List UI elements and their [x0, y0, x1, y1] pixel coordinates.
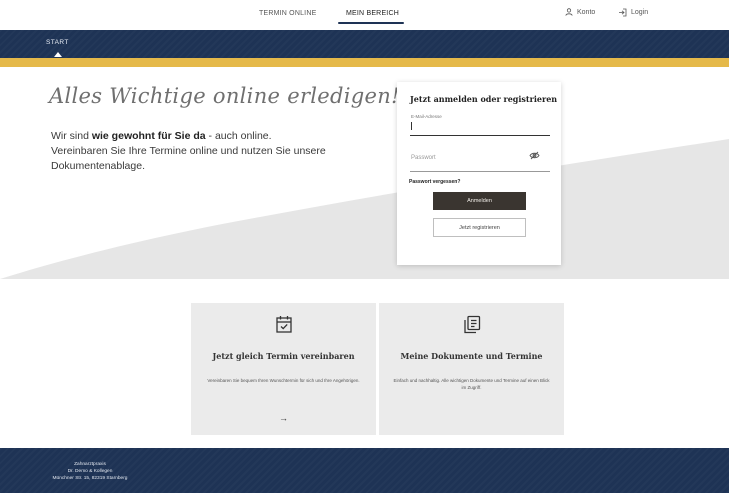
hero-text-line2: Vereinbaren Sie Ihre Termine online und … [51, 145, 326, 172]
documents-icon [463, 315, 480, 334]
forgot-password-link[interactable]: Passwort vergessen? [409, 179, 460, 185]
password-field[interactable]: Passwort [411, 155, 436, 161]
hero-text-bold: wie gewohnt für Sie da [91, 130, 206, 142]
nav-item-start[interactable]: START [46, 39, 69, 46]
hero-title: Alles Wichtige online erledigen! [49, 84, 400, 108]
user-icon [565, 8, 573, 16]
login-card: Jetzt anmelden oder registrieren E-Mail-… [397, 82, 561, 265]
tab-mein-bereich[interactable]: MEIN BEREICH [346, 10, 399, 17]
main-nav [0, 30, 729, 58]
konto-link[interactable]: Konto [565, 8, 595, 16]
tab-termin-online[interactable]: TERMIN ONLINE [259, 10, 316, 17]
login-card-title: Jetzt anmelden oder registrieren [410, 94, 558, 104]
footer-line-2: Dr. Demo & Kollegen [67, 468, 113, 474]
appointment-card[interactable]: Jetzt gleich Termin vereinbaren Vereinba… [191, 303, 376, 435]
login-icon [619, 8, 627, 17]
active-tab-indicator [338, 22, 404, 24]
login-label: Login [631, 9, 649, 16]
email-field-underline [410, 135, 550, 136]
footer-line-3: Münchner Str. 15, 82319 Starnberg [52, 475, 128, 481]
hero-text: Wir sind wie gewohnt für Sie da - auch o… [51, 129, 371, 174]
password-field-underline [410, 171, 550, 172]
email-field[interactable] [411, 122, 412, 130]
konto-label: Konto [577, 8, 596, 16]
arrow-right-icon[interactable]: → [191, 413, 376, 423]
active-nav-caret [54, 52, 62, 57]
appointment-card-title: Jetzt gleich Termin vereinbaren [212, 351, 355, 361]
gold-stripe [0, 58, 729, 67]
documents-card-title: Meine Dokumente und Termine [400, 351, 543, 361]
hero-text-suffix: - auch online. [205, 130, 272, 142]
hero-text-prefix: Wir sind [51, 130, 92, 142]
footer-address: Zahnarztpraxis Dr. Demo & Kollegen Münch… [40, 462, 140, 482]
email-label: E-Mail-Adresse [411, 114, 442, 119]
login-link[interactable]: Login [618, 8, 648, 17]
calendar-check-icon [275, 316, 292, 333]
documents-card[interactable]: Meine Dokumente und Termine Einfach und … [379, 303, 564, 435]
footer-line-1: Zahnarztpraxis [74, 462, 106, 467]
appointment-card-description: Vereinbaren Sie bequem Ihren Wunschtermi… [207, 378, 360, 383]
login-button[interactable]: Anmelden [433, 192, 526, 210]
register-button[interactable]: Jetzt registrieren [433, 218, 526, 237]
documents-card-description: Einfach und nachhaltig. Alle wichtigen D… [393, 378, 550, 390]
eye-off-icon[interactable] [529, 151, 540, 160]
